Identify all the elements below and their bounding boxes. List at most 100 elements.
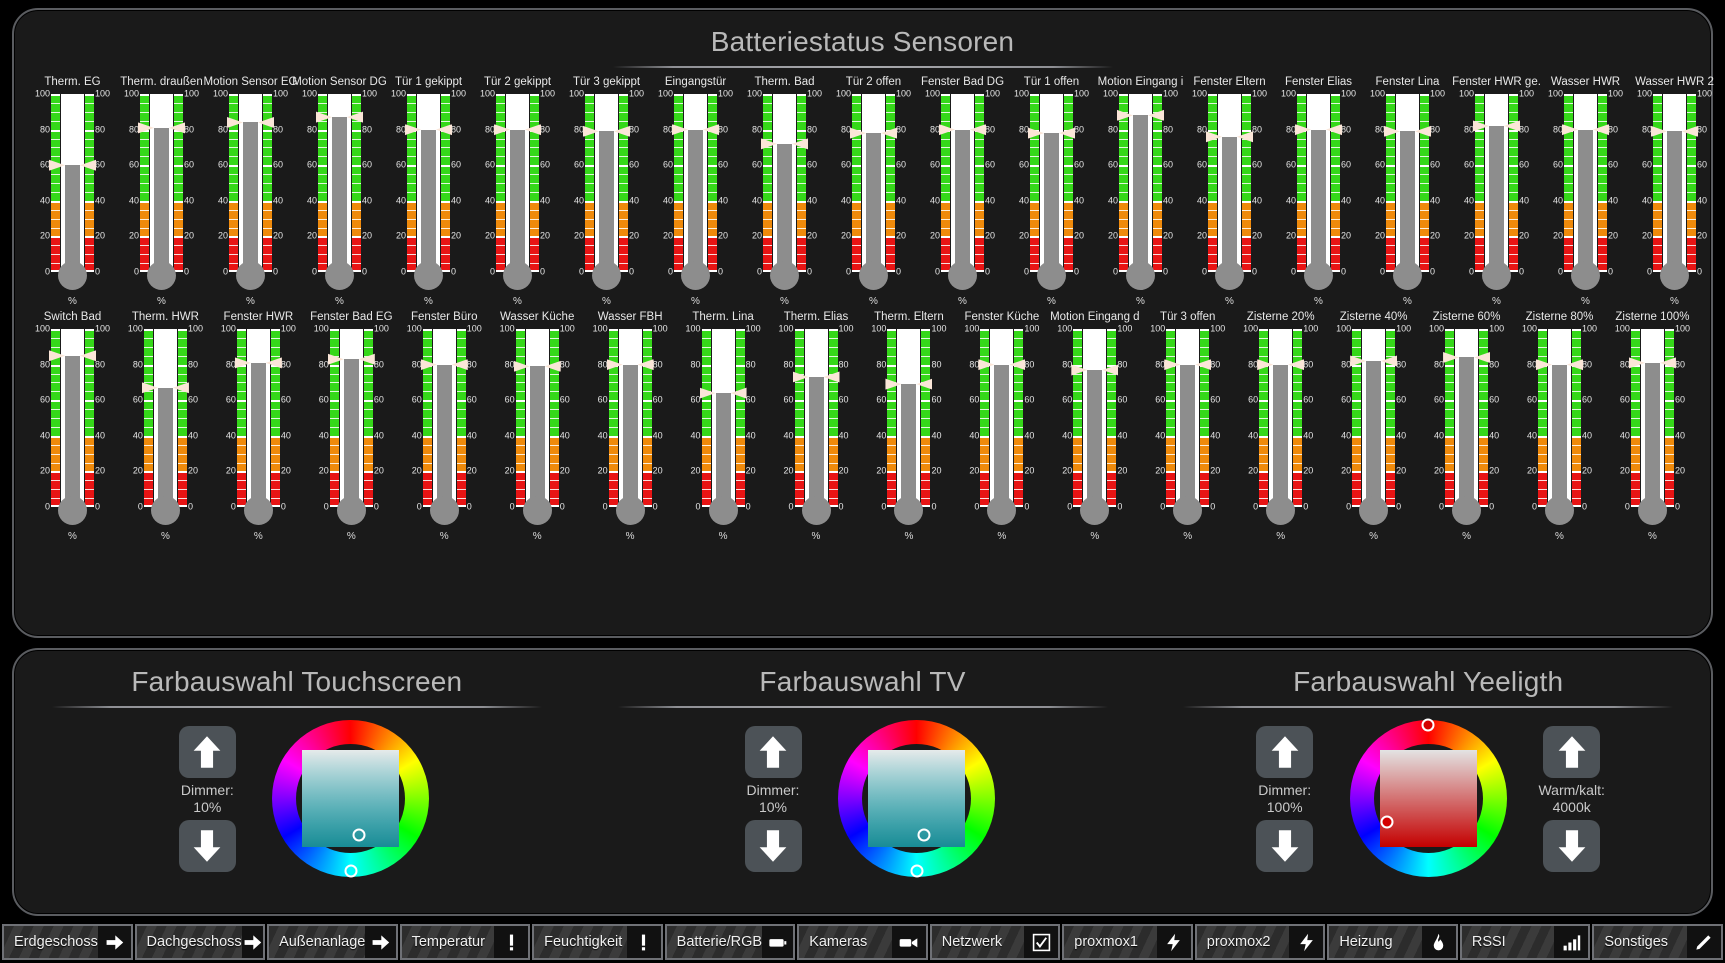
yeelight-temp-down-button[interactable]: [1543, 819, 1601, 872]
taskbar-button-sonstiges[interactable]: Sonstiges: [1592, 924, 1723, 960]
taskbar-button-au-enanlage[interactable]: Außenanlage: [267, 924, 398, 960]
band-tick: [1572, 453, 1581, 455]
band-tick: [797, 138, 806, 140]
taskbar-button-feuchtigkeit[interactable]: Feuchtigkeit: [532, 924, 663, 960]
band-tick: [143, 329, 153, 331]
band-tick: [1598, 209, 1607, 211]
scale-tick: 20: [1463, 230, 1474, 241]
band-tick: [608, 382, 618, 384]
taskbar-button-kameras[interactable]: Kameras: [797, 924, 928, 960]
band-tick: [1297, 183, 1306, 184]
band-tick: [1386, 111, 1395, 113]
band-tick: [1572, 480, 1581, 482]
band-tick: [701, 337, 711, 339]
band-tick: [1564, 191, 1573, 193]
band-tick: [642, 453, 652, 455]
band-tick: [177, 453, 187, 455]
band-tick: [1030, 263, 1039, 265]
taskbar-button-dachgeschoss[interactable]: Dachgeschoss: [134, 924, 266, 960]
scale-tick: 100: [1458, 88, 1474, 99]
tv-dimmer-up-button[interactable]: [744, 725, 802, 778]
band-tick: [51, 444, 60, 446]
yeelight-color-wheel[interactable]: [1349, 718, 1507, 877]
band-tick: [1119, 218, 1128, 220]
band-tick: [980, 355, 990, 357]
band-tick: [1445, 391, 1455, 393]
band-tick: [1208, 129, 1217, 132]
gauge-color-band: [1630, 329, 1640, 507]
taskbar-button-temperatur[interactable]: Temperatur: [399, 924, 531, 960]
yeelight-dimmer-up-button[interactable]: [1256, 725, 1314, 778]
band-tick: [797, 183, 806, 184]
taskbar-button-heizung[interactable]: Heizung: [1327, 924, 1458, 960]
band-tick: [1386, 245, 1395, 247]
band-tick: [51, 498, 60, 500]
band-tick: [263, 245, 272, 247]
taskbar-button-proxmox1[interactable]: proxmox1: [1062, 924, 1193, 960]
taskbar-button-erdgeschoss[interactable]: Erdgeschoss: [2, 924, 133, 960]
taskbar-button-netzwerk[interactable]: Netzwerk: [929, 924, 1061, 960]
sv-handle[interactable]: [352, 828, 366, 842]
band-tick: [708, 254, 717, 256]
band-tick: [51, 462, 60, 464]
taskbar-button-proxmox2[interactable]: proxmox2: [1194, 924, 1326, 960]
band-tick: [763, 263, 772, 265]
band-tick: [1119, 165, 1128, 168]
yeelight-temp-up-button[interactable]: [1543, 725, 1601, 778]
band-tick: [1030, 102, 1039, 104]
band-tick: [143, 471, 153, 474]
band-tick: [708, 138, 717, 140]
gauge-scale-right: 100 80 60 40 20 0: [281, 324, 301, 511]
band-tick: [236, 453, 246, 455]
hue-handle[interactable]: [910, 864, 923, 878]
scale-tick: 80: [969, 359, 980, 370]
band-tick: [1538, 418, 1547, 419]
gauge-color-band: [828, 329, 838, 507]
band-tick: [174, 94, 183, 96]
band-tick: [1259, 400, 1269, 403]
band-tick: [1538, 444, 1547, 446]
band-tick: [263, 94, 272, 96]
band-tick: [1630, 480, 1640, 482]
band-tick: [1687, 183, 1696, 184]
band-tick: [441, 138, 450, 140]
band-tick: [619, 102, 628, 104]
band-tick: [1479, 329, 1489, 331]
saturation-value-square[interactable]: [302, 750, 400, 847]
taskbar-button-batterie-rgb[interactable]: Batterie/RGB: [664, 924, 796, 960]
touchscreen-color-wheel[interactable]: [272, 720, 430, 878]
saturation-value-square[interactable]: [868, 750, 965, 847]
gauge-fill: [529, 366, 545, 507]
band-tick: [1208, 183, 1217, 184]
saturation-value-square[interactable]: [1379, 750, 1477, 847]
gauge-color-band: [270, 329, 280, 507]
sv-handle[interactable]: [917, 828, 931, 842]
band-tick: [441, 236, 450, 239]
scale-tick: 0: [1396, 501, 1402, 512]
yeelight-title: Farbauswahl Yeeligth: [1293, 666, 1564, 697]
hue-handle[interactable]: [344, 864, 358, 878]
band-tick: [797, 111, 806, 113]
touchscreen-dimmer-up-button[interactable]: [178, 725, 236, 778]
band-tick: [1653, 120, 1662, 122]
gauge-bulb: [1482, 261, 1511, 290]
taskbar-button-rssi[interactable]: RSSI: [1459, 924, 1591, 960]
band-tick: [85, 200, 94, 203]
band-tick: [1509, 209, 1518, 211]
band-tick: [941, 156, 950, 158]
band-tick: [140, 191, 149, 193]
tv-dimmer-down-button[interactable]: [744, 819, 802, 872]
band-tick: [1331, 102, 1340, 104]
band-tick: [708, 102, 717, 104]
scale-tick: 40: [184, 195, 195, 206]
hue-handle[interactable]: [1421, 718, 1435, 732]
touchscreen-dimmer-down-button[interactable]: [178, 819, 236, 872]
band-tick: [1331, 111, 1340, 113]
sv-handle[interactable]: [1380, 815, 1394, 829]
tv-color-wheel[interactable]: [838, 720, 995, 878]
band-tick: [51, 120, 60, 122]
band-tick: [422, 373, 432, 375]
band-tick: [329, 400, 339, 403]
yeelight-dimmer-down-button[interactable]: [1256, 819, 1314, 872]
band-tick: [941, 183, 950, 184]
